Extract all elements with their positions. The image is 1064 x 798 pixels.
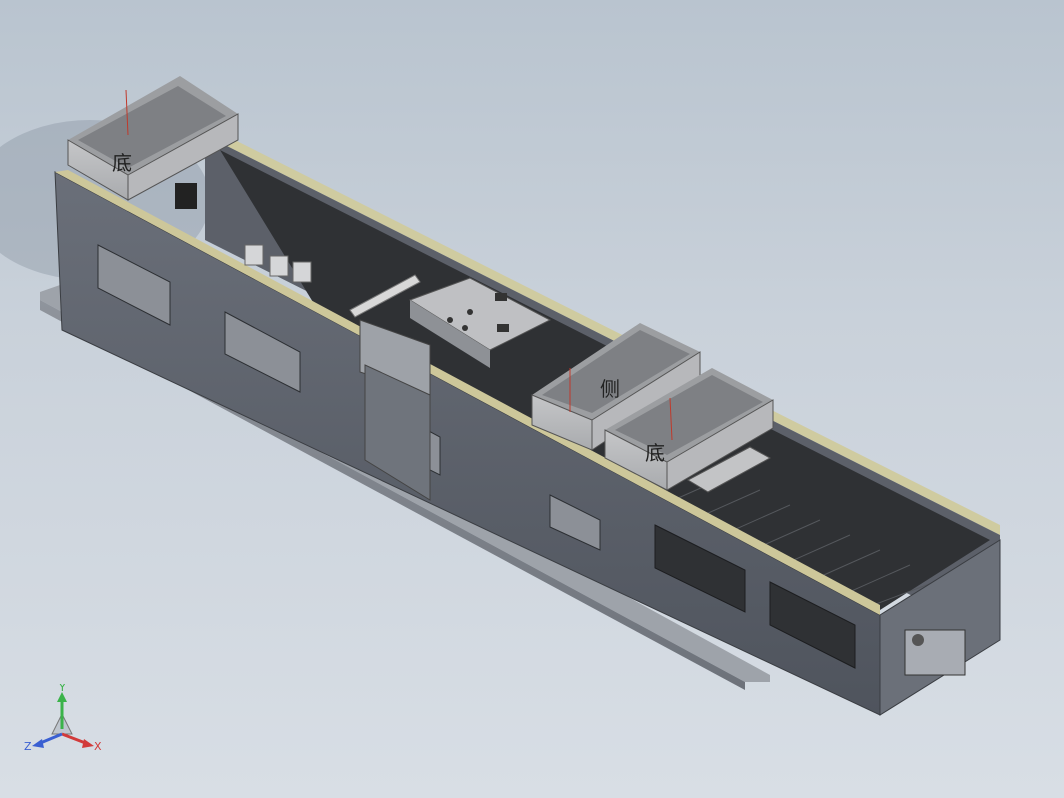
bin-label: 侧: [600, 377, 620, 401]
z-axis-label: Z: [24, 740, 32, 753]
y-axis-label: Y: [58, 684, 66, 694]
coordinate-triad: Y Z X: [22, 681, 112, 764]
table-hole: [462, 325, 468, 331]
table-slot: [495, 293, 507, 301]
graphics-viewport[interactable]: 底 侧 底: [0, 0, 1064, 798]
bin-label: 底: [112, 151, 132, 175]
motor-bolt: [912, 634, 924, 646]
table-slot: [497, 324, 509, 332]
bin-label: 底: [645, 441, 665, 465]
cad-model[interactable]: 底 侧 底: [0, 0, 1064, 798]
sensor-box[interactable]: [175, 183, 197, 209]
x-axis-label: X: [94, 740, 102, 753]
table-hole: [467, 309, 473, 315]
x-arrow-icon: [82, 739, 94, 748]
table-hole: [447, 317, 453, 323]
z-arrow-icon: [32, 739, 44, 748]
